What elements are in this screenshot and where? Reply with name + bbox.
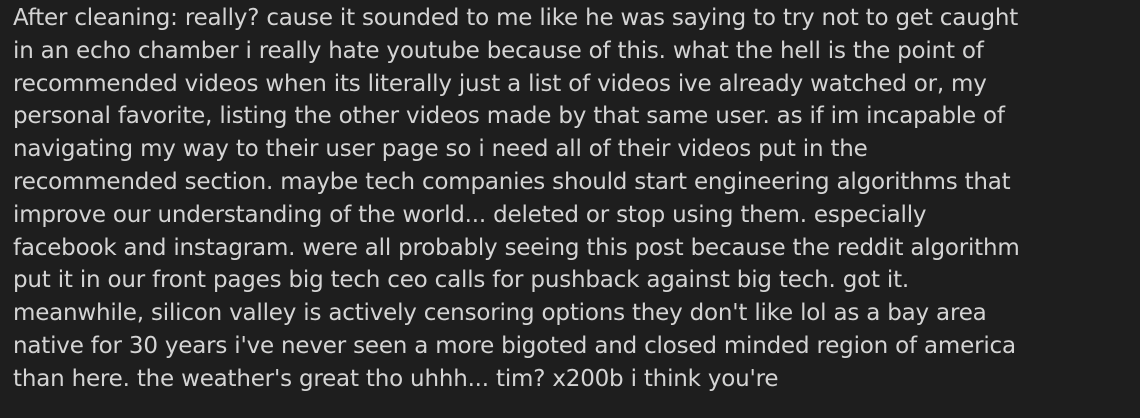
- text-line: recommended videos when its literally ju…: [13, 70, 987, 97]
- text-line: meanwhile, silicon valley is actively ce…: [13, 300, 987, 327]
- text-output-panel: After cleaning: really? cause it sounded…: [0, 0, 1140, 418]
- text-line: facebook and instagram. were all probabl…: [13, 234, 1020, 261]
- text-line: native for 30 years i've never seen a mo…: [13, 332, 1016, 359]
- text-line: than here. the weather's great tho uhhh.…: [13, 365, 779, 392]
- text-line: in an echo chamber i really hate youtube…: [13, 37, 984, 64]
- text-line: recommended section. maybe tech companie…: [13, 168, 1011, 195]
- text-line: After cleaning: really? cause it sounded…: [13, 5, 1019, 31]
- text-line: put it in our front pages big tech ceo c…: [13, 267, 910, 294]
- text-line: personal favorite, listing the other vid…: [13, 103, 1005, 130]
- text-line: improve our understanding of the world..…: [13, 201, 927, 228]
- text-line: navigating my way to their user page so …: [13, 136, 868, 163]
